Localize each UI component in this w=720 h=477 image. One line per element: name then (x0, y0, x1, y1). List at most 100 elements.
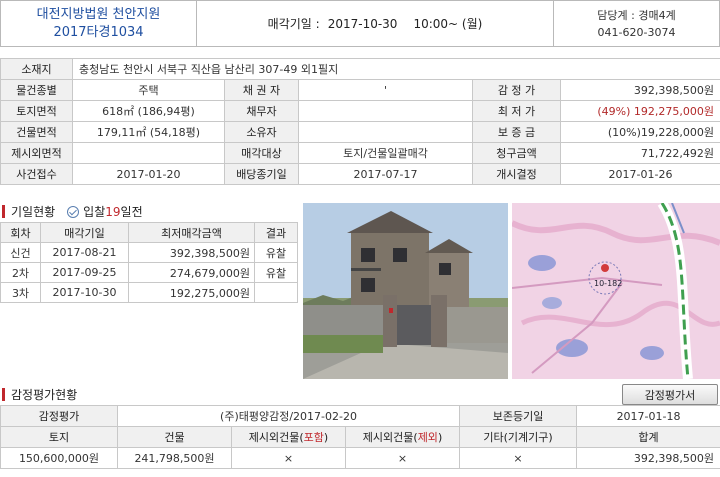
header-total: 합계 (576, 426, 720, 448)
value-building: 241,798,500원 (117, 447, 232, 469)
value-building-area: 179,11㎡ (54,18평) (72, 121, 225, 143)
value-land: 150,600,000원 (0, 447, 118, 469)
header-extra-excluded: 제시외건물(제외) (344, 426, 461, 448)
value-owner (298, 121, 473, 143)
label-minimum-price: 최 저 가 (472, 100, 561, 122)
label-extra-area: 제시외면적 (0, 142, 73, 164)
value-commencement: 2017-01-26 (559, 163, 720, 185)
bid-badge-prefix: 입찰 (83, 205, 106, 219)
table-row: 3차 2017-10-30 192,275,000원 (0, 282, 298, 303)
info-row: 사건접수 2017-01-20 배당종기일 2017-07-17 개시결정 20… (0, 163, 720, 185)
result-cell: 유찰 (254, 262, 298, 283)
court-name: 대전지방법원 천안지원 (36, 6, 161, 22)
value-total: 392,398,500원 (576, 447, 720, 469)
location-map[interactable]: 10-182 (512, 203, 720, 379)
value-creditor: ' (298, 79, 473, 101)
value-other: × (459, 447, 578, 469)
value-deposit: (10%)19,228,000원 (559, 121, 720, 143)
result-cell (254, 282, 298, 303)
info-row: 물건종별 주택 채 권 자 ' 감 정 가 392,398,500원 (0, 79, 720, 101)
label-item-type: 물건종별 (0, 79, 73, 101)
label-deposit: 보 증 금 (472, 121, 561, 143)
value-extra-area (72, 142, 225, 164)
header-minimum-price: 최저매각금액 (128, 222, 255, 243)
label-appraiser: 감정평가 (0, 405, 118, 427)
label-building-area: 건물면적 (0, 121, 73, 143)
label-sale-target: 매각대상 (224, 142, 299, 164)
price-cell: 192,275,000원 (128, 282, 255, 303)
department: 담당계 : 경매4계 (597, 8, 676, 22)
header-extra-included: 제시외건물(포함) (231, 426, 346, 448)
price-cell: 274,679,000원 (128, 262, 255, 283)
value-sale-target: 토지/건물일괄매각 (298, 142, 473, 164)
table-row: 2차 2017-09-25 274,679,000원 유찰 (0, 262, 298, 283)
address-value: 충청남도 천안시 서북구 직산읍 남산리 307-49 외1필지 (71, 58, 720, 80)
header-building: 건물 (117, 426, 232, 448)
round-cell: 신건 (0, 242, 41, 263)
label-creditor: 채 권 자 (224, 79, 299, 101)
case-info-table: 소재지 충청남도 천안시 서북구 직산읍 남산리 307-49 외1필지 물건종… (0, 58, 720, 185)
appraisal-header-row: 토지 건물 제시외건물(포함) 제시외건물(제외) 기타(기계기구) 합계 (0, 426, 720, 448)
value-registration-date: 2017-01-18 (576, 405, 720, 427)
section-marker (2, 388, 5, 401)
value-debtor (298, 100, 473, 122)
sale-history-table: 회차 매각기일 최저매각금액 결과 신건 2017-08-21 392,398,… (0, 222, 298, 303)
info-row: 제시외면적 매각대상 토지/건물일괄매각 청구금액 71,722,492원 (0, 142, 720, 164)
appraisal-title: 감정평가현황 (11, 388, 78, 402)
header-land: 토지 (0, 426, 118, 448)
sale-date: 2017-10-30 (327, 16, 398, 31)
round-cell: 2차 (0, 262, 41, 283)
sale-date-label: 매각기일 : (267, 17, 320, 31)
header-other: 기타(기계기구) (459, 426, 578, 448)
date-cell: 2017-08-21 (40, 242, 129, 263)
label-owner: 소유자 (224, 121, 299, 143)
value-dividend-deadline: 2017-07-17 (298, 163, 473, 185)
bid-badge-days: 19 (105, 204, 121, 219)
bid-badge-suffix: 일전 (120, 205, 143, 219)
header-round: 회차 (0, 222, 41, 243)
appraisal-report-button[interactable]: 감정평가서 (622, 384, 718, 405)
value-extra-excluded: × (344, 447, 461, 469)
location-map-image (512, 203, 720, 379)
label-land-area: 토지면적 (0, 100, 73, 122)
history-section-title: 기일현황 입찰 19 일전 (2, 203, 143, 220)
sale-date-block: 매각기일 : 2017-10-30 10:00~ (월) (197, 1, 553, 46)
value-item-type: 주택 (72, 79, 225, 101)
address-row: 소재지 충청남도 천안시 서북구 직산읍 남산리 307-49 외1필지 (0, 58, 720, 80)
label-appraisal-price: 감 정 가 (472, 79, 561, 101)
property-photo[interactable] (303, 203, 508, 379)
map-lot-label: 10-182 (594, 279, 623, 288)
date-cell: 2017-09-25 (40, 262, 129, 283)
price-cell: 392,398,500원 (128, 242, 255, 263)
case-header: 대전지방법원 천안지원 2017타경1034 매각기일 : 2017-10-30… (0, 0, 720, 47)
check-circle-icon (67, 205, 80, 218)
address-label: 소재지 (0, 58, 73, 80)
value-appraiser: (주)태평양감정/2017-02-20 (116, 405, 461, 427)
property-photo-image (303, 203, 508, 379)
value-extra-included: × (231, 447, 346, 469)
label-dividend-deadline: 배당종기일 (224, 163, 299, 185)
header-result: 결과 (254, 222, 298, 243)
phone-number: 041-620-3074 (597, 25, 676, 39)
contact-block: 담당계 : 경매4계 041-620-3074 (553, 1, 719, 46)
table-row: 신건 2017-08-21 392,398,500원 유찰 (0, 242, 298, 263)
sale-time: 10:00~ (월) (413, 17, 483, 31)
appraisal-table: 감정평가 (주)태평양감정/2017-02-20 보존등기일 2017-01-1… (0, 405, 720, 469)
label-debtor: 채무자 (224, 100, 299, 122)
label-case-received: 사건접수 (0, 163, 73, 185)
label-claim-amount: 청구금액 (472, 142, 561, 164)
header-sale-date: 매각기일 (40, 222, 129, 243)
court-block: 대전지방법원 천안지원 2017타경1034 (1, 1, 197, 46)
round-cell: 3차 (0, 282, 41, 303)
appraisal-section-title: 감정평가현황 (2, 386, 77, 403)
value-minimum-price: (49%) 192,275,000원 (559, 100, 720, 122)
history-title: 기일현황 (11, 205, 56, 219)
appraisal-value-row: 150,600,000원 241,798,500원 × × × 392,398,… (0, 447, 720, 469)
value-land-area: 618㎡ (186,94평) (72, 100, 225, 122)
section-marker (2, 205, 5, 218)
label-commencement: 개시결정 (472, 163, 561, 185)
value-claim-amount: 71,722,492원 (559, 142, 720, 164)
label-registration-date: 보존등기일 (459, 405, 578, 427)
case-number: 2017타경1034 (53, 24, 144, 40)
info-row: 토지면적 618㎡ (186,94평) 채무자 최 저 가 (49%) 192,… (0, 100, 720, 122)
